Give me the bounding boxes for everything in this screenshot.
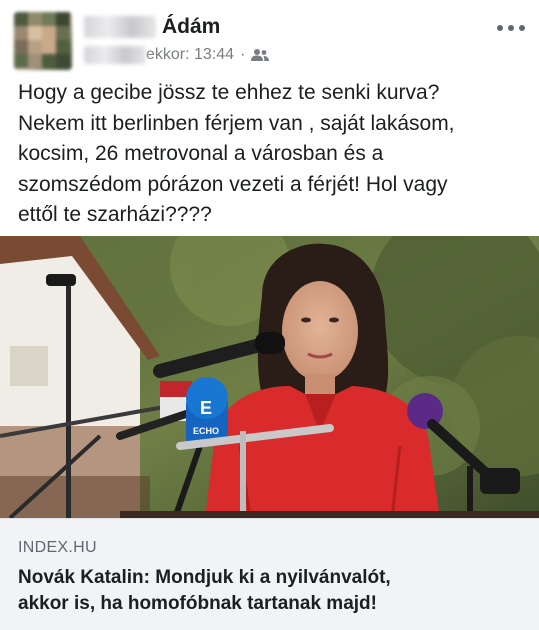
redacted-name xyxy=(84,16,156,38)
author-name[interactable]: Ádám xyxy=(162,15,220,39)
post-text-line: szomszédom pórázon vezeti a férjét! Hol … xyxy=(18,172,448,196)
friends-icon[interactable] xyxy=(251,48,270,62)
echo-mic-label: ECHO xyxy=(193,426,219,436)
link-title[interactable]: Novák Katalin: Mondjuk ki a nyilvánvalót… xyxy=(18,565,523,617)
link-title-line: akkor is, ha homofóbnak tartanak majd! xyxy=(18,593,377,614)
meta-separator: · xyxy=(240,46,246,63)
post-header: Ádám ekkor: 13:44 · xyxy=(0,0,539,74)
link-caption[interactable]: INDEX.HU Novák Katalin: Mondjuk ki a nyi… xyxy=(0,518,539,630)
more-horizontal-icon xyxy=(497,25,503,31)
post-text-line: ettől te szarházi???? xyxy=(18,203,212,226)
svg-text:E: E xyxy=(200,398,212,418)
post-text-line: kocsim, 26 metrovonal a városban és a xyxy=(18,142,384,165)
more-options-button[interactable] xyxy=(497,20,525,36)
link-preview-image[interactable]: E ECHO xyxy=(0,236,539,518)
link-source: INDEX.HU xyxy=(18,539,97,556)
post-text-line: Nekem itt berlinben férjem van , saját l… xyxy=(18,111,455,135)
post-meta: ekkor: 13:44 · xyxy=(84,44,270,66)
timestamp[interactable]: ekkor: 13:44 xyxy=(146,46,234,64)
post-text-line: Hogy a gecibe jössz te ehhez te senki ku… xyxy=(18,81,440,104)
post-text: Hogy a gecibe jössz te ehhez te senki ku… xyxy=(18,78,523,231)
link-title-line: Novák Katalin: Mondjuk ki a nyilvánvalót… xyxy=(18,567,391,588)
author-row: Ádám xyxy=(84,14,220,40)
avatar[interactable] xyxy=(14,12,72,70)
redacted-date xyxy=(84,46,146,64)
